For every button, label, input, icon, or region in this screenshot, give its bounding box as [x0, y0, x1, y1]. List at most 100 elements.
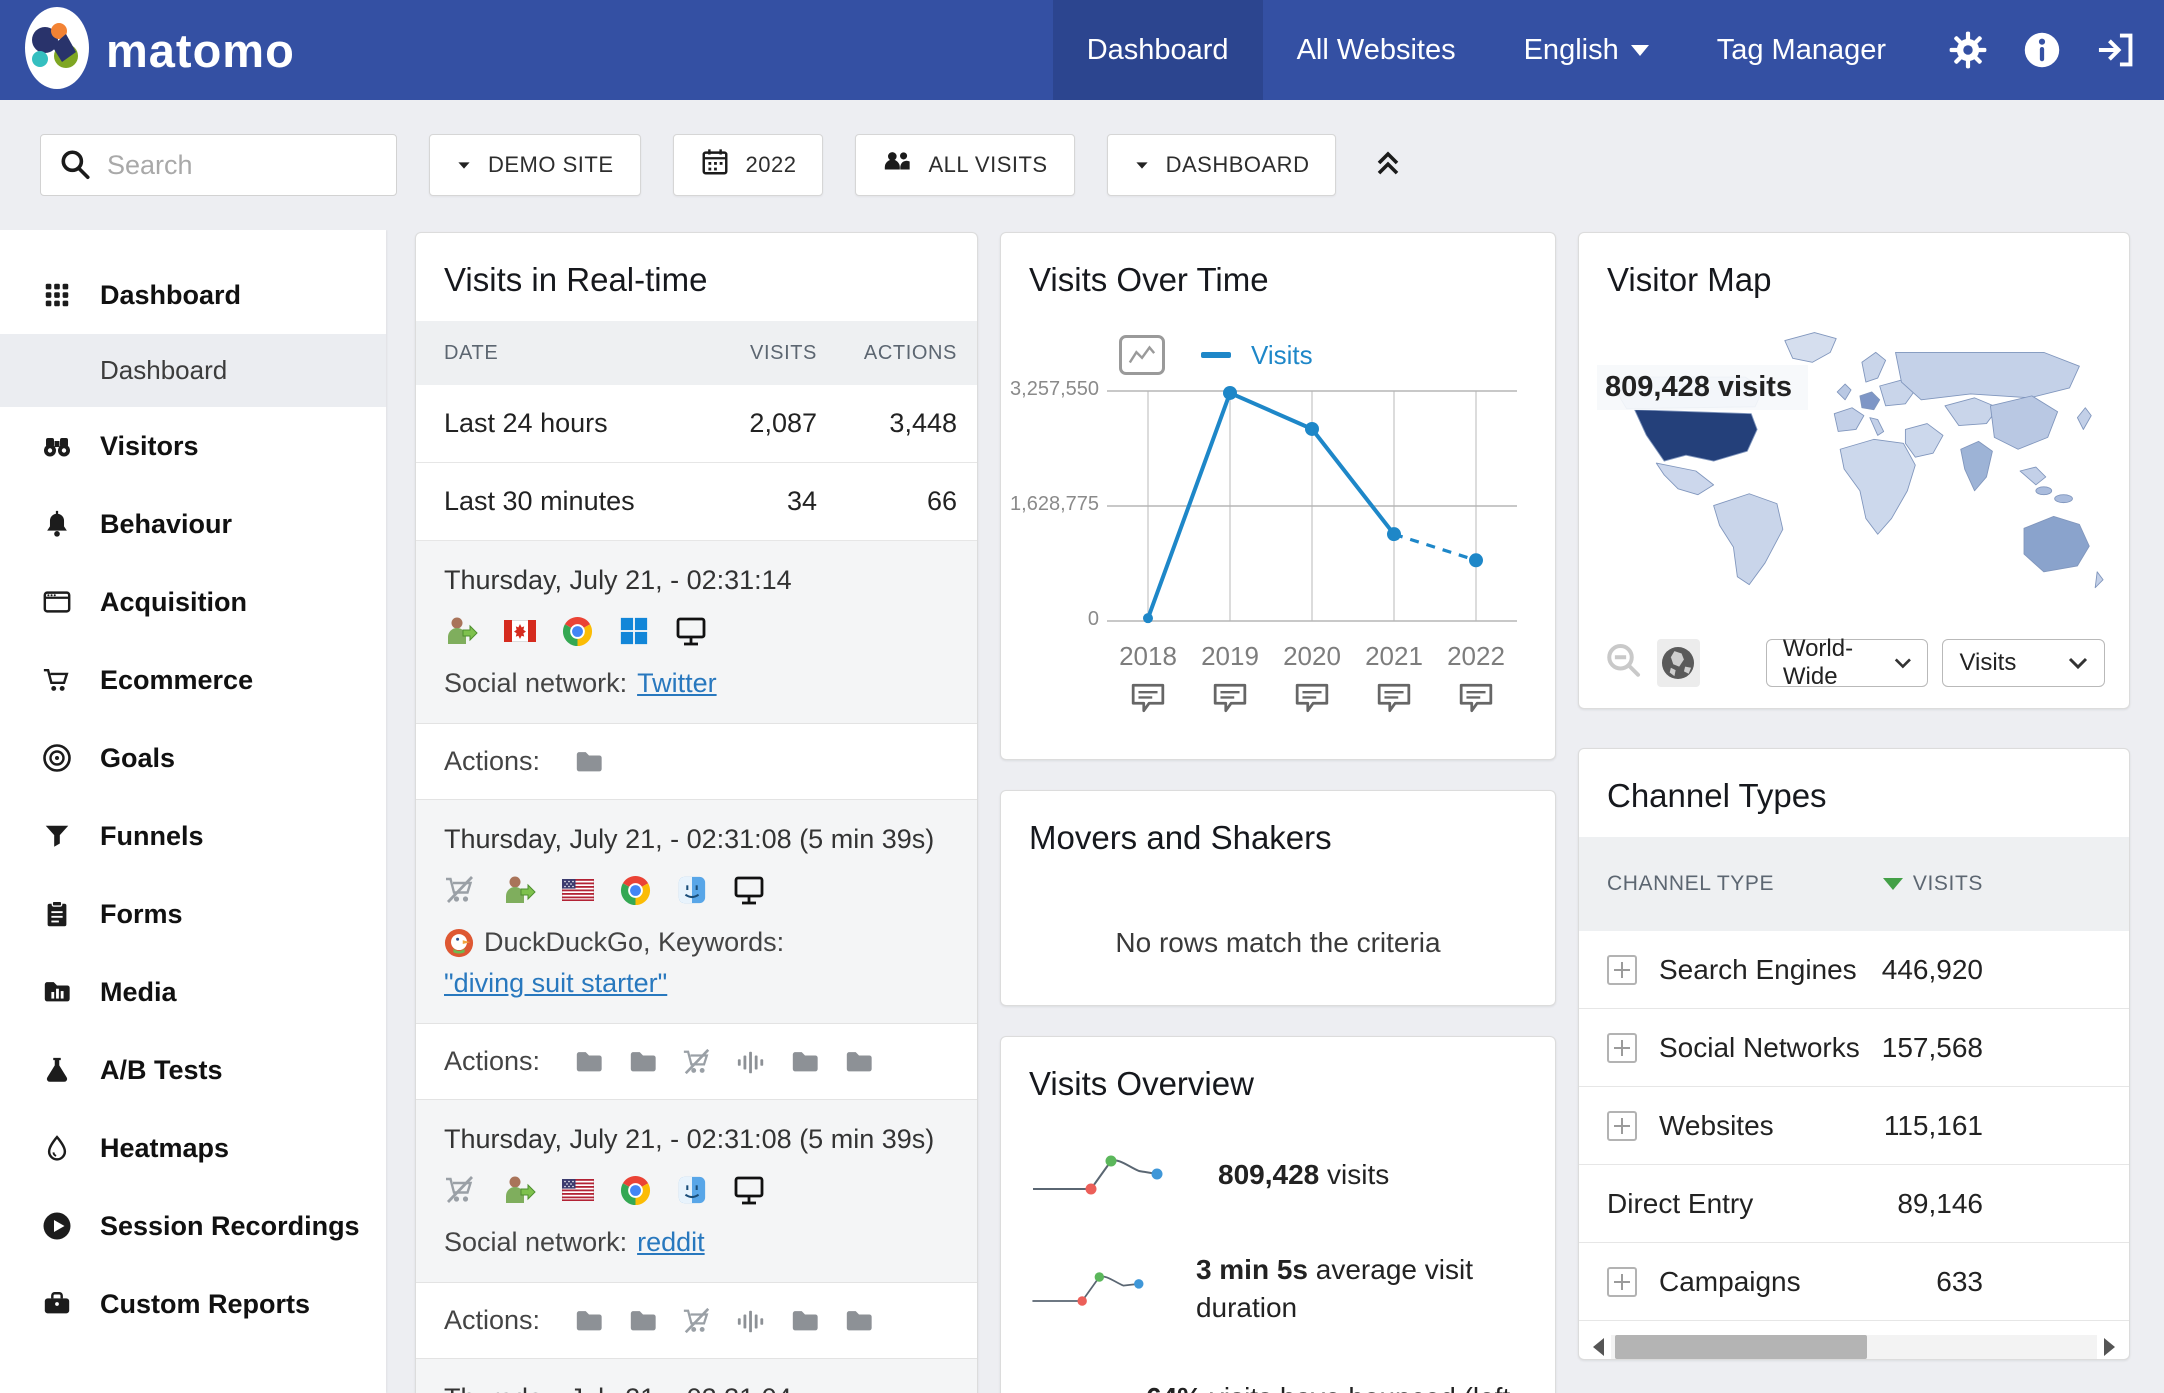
expand-row-icon[interactable]	[1607, 1111, 1637, 1141]
table-row[interactable]: Search Engines 446,920	[1579, 931, 2129, 1009]
map-metric-select[interactable]: Visits	[1942, 639, 2105, 687]
zoom-out-icon[interactable]	[1603, 641, 1643, 686]
date-range-button[interactable]: 2022	[673, 134, 824, 196]
page-folder-icon[interactable]	[628, 1047, 658, 1077]
visitors-group-icon	[882, 147, 912, 183]
nav-language-select[interactable]: English	[1490, 0, 1683, 100]
widget-movers-shakers: Movers and Shakers No rows match the cri…	[1000, 790, 1556, 1006]
page-folder-icon[interactable]	[574, 747, 604, 777]
referrer-link[interactable]: reddit	[637, 1227, 705, 1258]
annotation-bubble-icon[interactable]	[1353, 682, 1435, 714]
sidebar-item-behaviour[interactable]: Behaviour	[0, 485, 386, 563]
page-folder-icon[interactable]	[574, 1306, 604, 1336]
scroll-right-icon[interactable]	[2104, 1338, 2115, 1356]
page-folder-icon[interactable]	[628, 1306, 658, 1336]
referrer-keyword-link[interactable]: "diving suit starter"	[444, 968, 667, 999]
sparkline-duration[interactable]	[1029, 1265, 1162, 1313]
table-row[interactable]: Social Networks 157,568	[1579, 1009, 2129, 1087]
abandoned-cart-icon[interactable]	[682, 1047, 712, 1077]
legend-series-label[interactable]: Visits	[1251, 340, 1313, 371]
chevron-down-icon	[1136, 162, 1147, 168]
matomo-logo[interactable]: matomo	[24, 6, 295, 95]
scrollbar-thumb[interactable]	[1615, 1335, 1867, 1359]
annotation-bubble-icon[interactable]	[1189, 682, 1271, 714]
sidebar-item-ecommerce[interactable]: Ecommerce	[0, 641, 386, 719]
search-input[interactable]	[40, 134, 397, 196]
page-folder-icon[interactable]	[844, 1306, 874, 1336]
line-chart-area[interactable]: 3,257,550 1,628,775 0	[1001, 381, 1555, 631]
sidebar-item-funnels[interactable]: Funnels	[0, 797, 386, 875]
widget-title: Visitor Map	[1579, 233, 2129, 321]
chevron-down-icon	[1894, 656, 1912, 670]
navbar-icon-group	[1946, 28, 2138, 72]
globe-icon[interactable]	[1657, 639, 1700, 687]
sidebar-subitem-dashboard-active[interactable]: Dashboard	[0, 334, 386, 407]
annotation-bubble-icon[interactable]	[1271, 682, 1353, 714]
legend-series-dash	[1201, 352, 1231, 358]
page-folder-icon[interactable]	[790, 1047, 820, 1077]
scroll-left-icon[interactable]	[1593, 1338, 1604, 1356]
referrer-link[interactable]: Twitter	[637, 668, 717, 699]
visits-line-chart[interactable]	[1107, 381, 1517, 631]
sidebar-item-heatmaps[interactable]: Heatmaps	[0, 1109, 386, 1187]
table-row[interactable]: Campaigns 633	[1579, 1243, 2129, 1321]
collapse-toolbar-icon[interactable]	[1370, 145, 1406, 186]
sidebar-item-goals[interactable]: Goals	[0, 719, 386, 797]
visit-actions-row: Actions:	[416, 724, 977, 800]
chrome-browser-icon	[562, 616, 593, 647]
annotation-bubble-icon[interactable]	[1107, 682, 1189, 714]
chevron-down-icon	[1631, 45, 1649, 56]
info-icon[interactable]	[2020, 28, 2064, 72]
expand-row-icon[interactable]	[1607, 1267, 1637, 1297]
annotation-bubble-icon[interactable]	[1435, 682, 1517, 714]
sidebar-item-media[interactable]: Media	[0, 953, 386, 1031]
duckduckgo-icon	[444, 928, 474, 958]
sidebar-item-forms[interactable]: Forms	[0, 875, 386, 953]
gear-icon[interactable]	[1946, 28, 1990, 72]
expand-row-icon[interactable]	[1607, 955, 1637, 985]
sidebar-item-acquisition[interactable]: Acquisition	[0, 563, 386, 641]
nav-tab-all-websites[interactable]: All Websites	[1263, 0, 1490, 100]
table-row[interactable]: Direct Entry 89,146	[1579, 1165, 2129, 1243]
expand-row-icon[interactable]	[1607, 1033, 1637, 1063]
dashboard-selector-button[interactable]: DASHBOARD	[1107, 134, 1337, 196]
page-folder-icon[interactable]	[574, 1047, 604, 1077]
widget-visitor-map: Visitor Map 809,428 visits	[1578, 232, 2130, 709]
sparkline-visits[interactable]	[1029, 1151, 1184, 1199]
matomo-app: matomo Dashboard All Websites English Ta…	[0, 0, 2164, 1393]
column-2: Visits Over Time Visits 3,257,550 1,628,…	[1000, 232, 1556, 1393]
play-circle-icon	[40, 1210, 74, 1242]
droplet-icon	[40, 1133, 74, 1163]
abandoned-cart-icon[interactable]	[682, 1306, 712, 1336]
table-row[interactable]: Websites 115,161	[1579, 1087, 2129, 1165]
world-map[interactable]: 809,428 visits	[1597, 321, 2111, 621]
sidebar-item-custom-reports[interactable]: Custom Reports	[0, 1265, 386, 1343]
sidebar-item-dashboard[interactable]: Dashboard	[0, 256, 386, 334]
y-axis-labels: 3,257,550 1,628,775 0	[1011, 381, 1107, 631]
empty-state-text: No rows match the criteria	[1001, 927, 1555, 959]
target-icon	[40, 742, 74, 774]
chevron-down-icon	[2068, 656, 2088, 670]
site-selector-button[interactable]: DEMO SITE	[429, 134, 641, 196]
sign-in-icon[interactable]	[2094, 28, 2138, 72]
sidebar-item-visitors[interactable]: Visitors	[0, 407, 386, 485]
page-folder-icon[interactable]	[790, 1306, 820, 1336]
metric-value: 64%	[1146, 1382, 1202, 1393]
sidebar-item-session-recordings[interactable]: Session Recordings	[0, 1187, 386, 1265]
segment-selector-button[interactable]: ALL VISITS	[855, 134, 1074, 196]
table-row[interactable]: Last 30 minutes 34 66	[416, 463, 977, 541]
nav-tab-dashboard[interactable]: Dashboard	[1053, 0, 1263, 100]
table-row[interactable]: Last 24 hours 2,087 3,448	[416, 385, 977, 463]
map-region-select[interactable]: World-Wide	[1766, 639, 1929, 687]
nav-tag-manager[interactable]: Tag Manager	[1683, 0, 1920, 100]
media-waveform-icon[interactable]	[736, 1306, 766, 1336]
map-controls: World-Wide Visits	[1603, 639, 2105, 687]
page-folder-icon[interactable]	[844, 1047, 874, 1077]
sidebar-item-ab-tests[interactable]: A/B Tests	[0, 1031, 386, 1109]
column-3: Visitor Map 809,428 visits	[1578, 232, 2130, 1360]
sort-header-visits[interactable]: VISITS	[1883, 872, 1983, 896]
flask-icon	[40, 1055, 74, 1085]
widget-title: Visits Overview	[1001, 1037, 1555, 1125]
chart-image-export-icon[interactable]	[1119, 335, 1165, 375]
media-waveform-icon[interactable]	[736, 1047, 766, 1077]
